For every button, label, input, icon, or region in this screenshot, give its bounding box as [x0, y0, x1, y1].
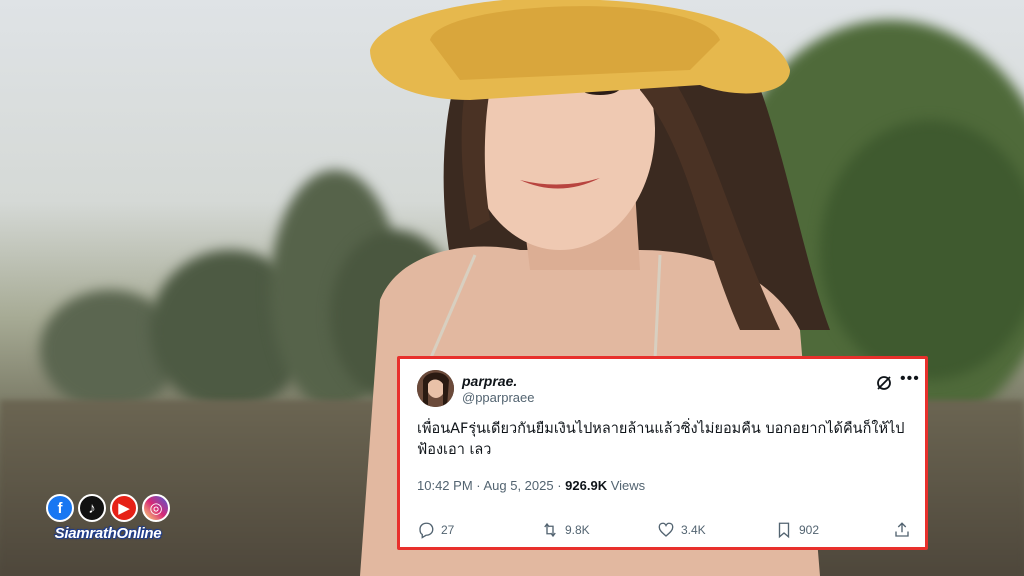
repost-button[interactable]: 9.8K — [541, 521, 590, 539]
instagram-icon: ◎ — [142, 494, 170, 522]
views-label: Views — [607, 478, 646, 493]
share-icon — [895, 522, 909, 537]
bookmark-button[interactable]: 902 — [775, 521, 819, 539]
tweet-timestamp[interactable]: 10:42 PM · Aug 5, 2025 · — [417, 478, 565, 493]
like-count: 3.4K — [681, 523, 706, 537]
siamrath-logo: f ♪ ▶ ◎ SiamrathOnline — [42, 494, 174, 542]
user-handle[interactable]: @pparpraee — [462, 390, 534, 405]
grok-icon[interactable] — [874, 373, 894, 393]
tweet-text: เพื่อนAFรุ่นเดียวกันยืมเงินไปหลายล้านแล้… — [417, 421, 905, 458]
avatar[interactable] — [417, 370, 454, 407]
tweet-card[interactable]: parprae. @pparpraee ••• เพื่อนAFรุ่นเดีย… — [397, 356, 928, 550]
more-options-icon[interactable]: ••• — [900, 370, 920, 388]
display-name[interactable]: parprae. — [462, 373, 517, 389]
reply-count: 27 — [441, 523, 455, 537]
facebook-icon: f — [46, 494, 74, 522]
tiktok-icon: ♪ — [78, 494, 106, 522]
bookmark-count: 902 — [799, 523, 820, 537]
reply-button[interactable]: 27 — [417, 521, 454, 539]
bookmark-icon — [778, 522, 790, 539]
reply-icon — [419, 522, 434, 539]
heart-icon — [658, 522, 674, 537]
tweet-actions: 27 9.8K 3.4K 902 — [417, 521, 917, 541]
like-button[interactable]: 3.4K — [657, 521, 706, 539]
repost-icon — [544, 522, 556, 538]
repost-count: 9.8K — [565, 523, 590, 537]
brand-name: SiamrathOnline — [54, 525, 162, 542]
tweet-meta: 10:42 PM · Aug 5, 2025 · 926.9K Views — [417, 478, 645, 493]
views-count: 926.9K — [565, 478, 608, 493]
youtube-icon: ▶ — [110, 494, 138, 522]
share-button[interactable] — [893, 521, 911, 539]
